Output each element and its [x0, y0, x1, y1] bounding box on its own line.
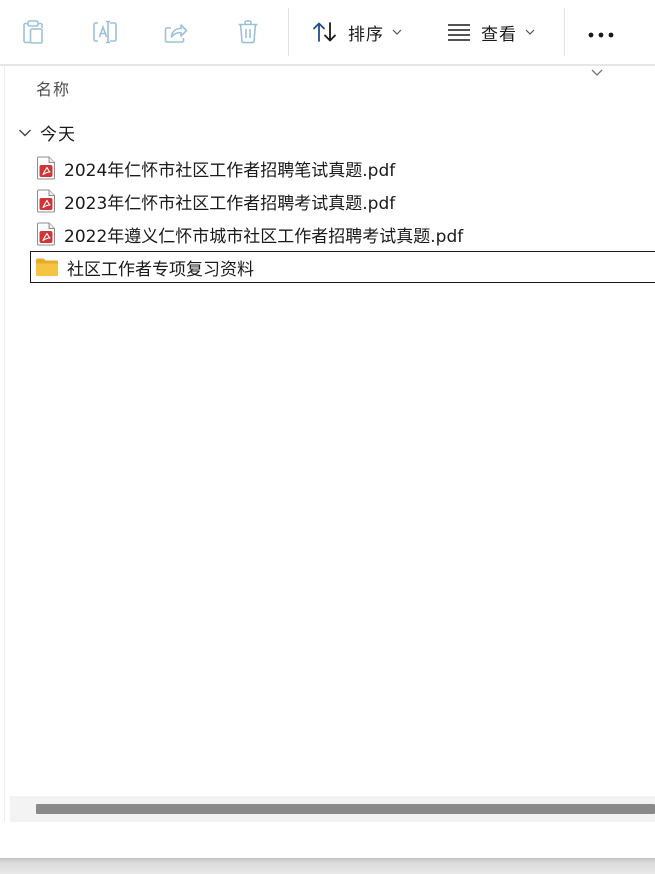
folder-name: 社区工作者专项复习资料 — [67, 259, 254, 280]
more-button[interactable] — [584, 12, 618, 52]
command-bar: 排序 查看 — [0, 0, 655, 64]
chevron-down-icon — [392, 29, 402, 35]
chevron-down-icon — [18, 123, 32, 142]
file-row[interactable]: 2022年遵义仁怀市城市社区工作者招聘考试真题.pdf — [30, 218, 655, 250]
view-label: 查看 — [481, 24, 517, 45]
sort-label: 排序 — [348, 24, 384, 45]
folder-row[interactable]: 社区工作者专项复习资料 — [30, 251, 655, 283]
toolbar-divider — [0, 64, 655, 66]
delete-button[interactable] — [229, 12, 267, 52]
window-bottom-edge — [0, 858, 655, 874]
pdf-file-icon — [36, 189, 56, 213]
chevron-down-icon — [525, 29, 535, 35]
pdf-file-icon — [36, 222, 56, 246]
sort-button[interactable]: 排序 — [312, 12, 402, 52]
trash-icon — [236, 19, 260, 45]
bottom-strip — [0, 822, 655, 858]
file-row[interactable]: 2024年仁怀市社区工作者招聘笔试真题.pdf — [30, 152, 655, 184]
share-button[interactable] — [157, 12, 195, 52]
scrollbar-thumb[interactable] — [36, 804, 655, 814]
pdf-file-icon — [36, 156, 56, 180]
folder-icon — [35, 257, 59, 277]
rename-icon — [92, 20, 118, 44]
file-name: 2024年仁怀市社区工作者招聘笔试真题.pdf — [64, 160, 396, 181]
file-name: 2023年仁怀市社区工作者招聘考试真题.pdf — [64, 193, 396, 214]
horizontal-scrollbar[interactable] — [10, 796, 655, 822]
more-icon — [588, 23, 614, 42]
file-row[interactable]: 2023年仁怀市社区工作者招聘考试真题.pdf — [30, 185, 655, 217]
view-button[interactable]: 查看 — [447, 12, 535, 52]
sort-indicator-icon — [590, 62, 604, 81]
pane-left-border — [4, 66, 5, 822]
share-icon — [163, 20, 189, 44]
view-list-icon — [447, 23, 471, 41]
copy-icon — [21, 19, 45, 45]
toolbar-separator — [564, 8, 565, 56]
rename-button[interactable] — [86, 12, 124, 52]
group-label: 今天 — [40, 124, 76, 145]
sort-icon — [312, 21, 338, 43]
file-list: 2024年仁怀市社区工作者招聘笔试真题.pdf 2023年仁怀市社区工作者招聘考… — [30, 152, 655, 284]
column-header-name[interactable]: 名称 — [36, 76, 70, 100]
group-header-today[interactable]: 今天 — [18, 120, 76, 145]
copy-button[interactable] — [14, 12, 52, 52]
file-name: 2022年遵义仁怀市城市社区工作者招聘考试真题.pdf — [64, 226, 464, 247]
toolbar-separator — [288, 8, 289, 56]
